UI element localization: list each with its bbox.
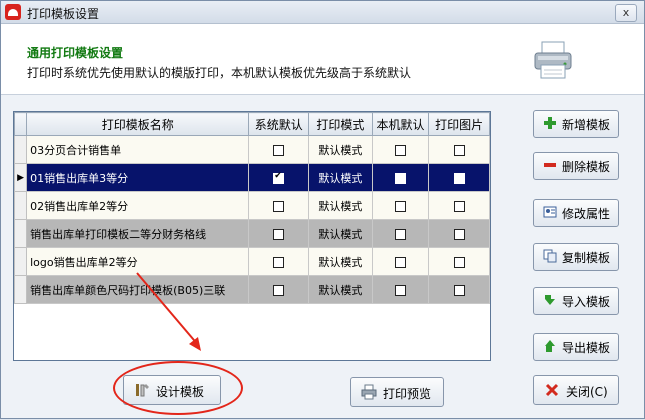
print-mode: 默认模式	[308, 219, 373, 248]
local-default-checkbox[interactable]	[371, 247, 430, 276]
add-template-button[interactable]: 新增模板	[533, 110, 619, 138]
close-x-icon	[545, 383, 559, 397]
col-header-system-default[interactable]: 系统默认	[248, 112, 310, 136]
window-close-button[interactable]: x	[615, 4, 637, 22]
template-name: 02销售出库单2等分	[26, 191, 250, 220]
delete-template-button[interactable]: 删除模板	[533, 152, 619, 180]
row-indicator	[14, 247, 28, 276]
row-indicator-header	[14, 112, 28, 136]
table-header-row: 打印模板名称 系统默认 打印模式 本机默认 打印图片	[14, 112, 490, 136]
system-default-checkbox[interactable]	[248, 163, 310, 192]
print-mode: 默认模式	[308, 191, 373, 220]
close-label: 关闭(C)	[566, 385, 608, 399]
table-row-selected[interactable]: ▶ 01销售出库单3等分 默认模式	[14, 163, 490, 192]
highlight-oval-annotation	[113, 361, 243, 415]
template-grid: 打印模板名称 系统默认 打印模式 本机默认 打印图片 03分页合计销售单 默认模…	[13, 111, 491, 361]
copy-icon	[543, 249, 557, 263]
edit-properties-button[interactable]: 修改属性	[533, 199, 619, 227]
col-header-print-image[interactable]: 打印图片	[428, 112, 490, 136]
system-default-checkbox[interactable]	[248, 191, 310, 220]
printer-small-icon	[361, 384, 377, 400]
print-mode: 默认模式	[308, 275, 373, 304]
print-image-checkbox[interactable]	[428, 135, 490, 164]
row-indicator	[14, 219, 28, 248]
row-indicator	[14, 135, 28, 164]
template-name: 销售出库单打印模板二等分财务格线	[26, 219, 250, 248]
print-mode: 默认模式	[308, 247, 373, 276]
header-title: 通用打印模板设置	[27, 46, 124, 60]
print-mode: 默认模式	[308, 163, 373, 192]
print-image-checkbox[interactable]	[428, 163, 490, 192]
template-name: 01销售出库单3等分	[26, 163, 250, 192]
printer-icon	[534, 41, 572, 79]
local-default-checkbox[interactable]	[371, 219, 430, 248]
template-table: 打印模板名称 系统默认 打印模式 本机默认 打印图片 03分页合计销售单 默认模…	[14, 112, 490, 304]
export-template-label: 导出模板	[562, 341, 611, 355]
system-default-checkbox[interactable]	[248, 247, 310, 276]
import-template-button[interactable]: 导入模板	[533, 287, 619, 315]
table-row[interactable]: 02销售出库单2等分 默认模式	[14, 191, 490, 220]
edit-properties-label: 修改属性	[562, 207, 611, 221]
properties-card-icon	[543, 206, 557, 218]
current-row-indicator-icon: ▶	[14, 163, 28, 192]
template-name: 销售出库单颜色尺码打印模板(B05)三联	[26, 275, 250, 304]
window-title: 打印模板设置	[27, 7, 100, 21]
row-indicator	[14, 275, 28, 304]
header-subtitle: 打印时系统优先使用默认的模版打印，本机默认模板优先级高于系统默认	[27, 66, 412, 80]
template-name: logo销售出库单2等分	[26, 247, 250, 276]
print-image-checkbox[interactable]	[428, 247, 490, 276]
table-row[interactable]: logo销售出库单2等分 默认模式	[14, 247, 490, 276]
print-preview-button[interactable]: 打印预览	[350, 377, 444, 407]
table-row[interactable]: 销售出库单打印模板二等分财务格线 默认模式	[14, 219, 490, 248]
template-name: 03分页合计销售单	[26, 135, 250, 164]
col-header-name[interactable]: 打印模板名称	[26, 112, 250, 136]
delete-template-label: 删除模板	[562, 160, 611, 174]
import-template-label: 导入模板	[562, 295, 611, 309]
system-default-checkbox[interactable]	[248, 219, 310, 248]
app-icon	[5, 4, 21, 20]
table-row[interactable]: 03分页合计销售单 默认模式	[14, 135, 490, 164]
local-default-checkbox[interactable]	[371, 275, 430, 304]
title-bar: 打印模板设置 x	[1, 1, 644, 24]
copy-template-label: 复制模板	[562, 251, 611, 265]
close-button[interactable]: 关闭(C)	[533, 375, 619, 405]
print-image-checkbox[interactable]	[428, 219, 490, 248]
export-arrow-icon	[545, 340, 555, 352]
minus-icon	[544, 163, 556, 167]
print-mode: 默认模式	[308, 135, 373, 164]
print-image-checkbox[interactable]	[428, 275, 490, 304]
import-arrow-icon	[545, 295, 555, 305]
print-image-checkbox[interactable]	[428, 191, 490, 220]
system-default-checkbox[interactable]	[248, 275, 310, 304]
add-template-label: 新增模板	[562, 118, 611, 132]
copy-template-button[interactable]: 复制模板	[533, 243, 619, 271]
print-preview-label: 打印预览	[383, 387, 432, 401]
local-default-checkbox[interactable]	[371, 135, 430, 164]
table-row[interactable]: 销售出库单颜色尺码打印模板(B05)三联 默认模式	[14, 275, 490, 304]
header-panel: 通用打印模板设置 打印时系统优先使用默认的模版打印，本机默认模板优先级高于系统默…	[1, 24, 644, 95]
print-template-window: 打印模板设置 x 通用打印模板设置 打印时系统优先使用默认的模版打印，本机默认模…	[0, 0, 645, 419]
col-header-local-default[interactable]: 本机默认	[371, 112, 430, 136]
local-default-checkbox[interactable]	[371, 163, 430, 192]
local-default-checkbox[interactable]	[371, 191, 430, 220]
col-header-print-mode[interactable]: 打印模式	[308, 112, 373, 136]
plus-icon	[544, 117, 556, 129]
export-template-button[interactable]: 导出模板	[533, 333, 619, 361]
row-indicator	[14, 191, 28, 220]
system-default-checkbox[interactable]	[248, 135, 310, 164]
